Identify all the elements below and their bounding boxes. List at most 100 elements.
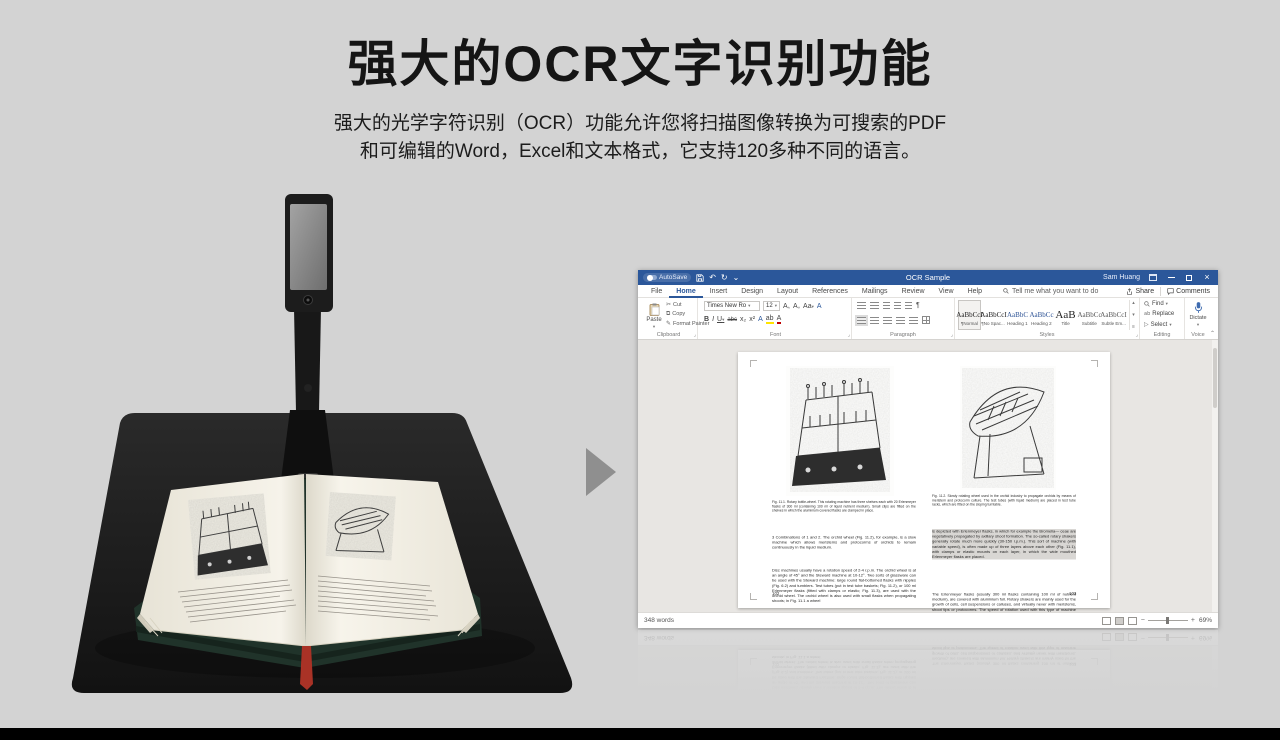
align-center-icon[interactable] [870,317,879,324]
autosave-toggle[interactable]: AutoSave [643,273,691,282]
redo-icon[interactable]: ↻ [721,274,728,282]
comments-button[interactable]: Comments [1167,288,1210,295]
zoom-slider-track[interactable] [1148,620,1188,621]
word-count[interactable]: 348 words [644,617,674,624]
window-reflection-fade [638,630,1218,704]
tell-me-search[interactable]: Tell me what you want to do [1003,288,1098,295]
paragraph-row-1: ¶ [857,302,920,309]
style-heading-2[interactable]: AaBbCc Heading 2 [1030,300,1053,330]
customize-qat-icon[interactable]: ⌄ [733,274,740,282]
tab-home[interactable]: Home [669,285,702,298]
restore-button[interactable] [1184,273,1194,282]
zoom-slider-track [1148,637,1188,638]
multilevel-list-icon[interactable] [883,302,890,309]
font-group-label: Font [700,332,851,338]
document-page[interactable]: Fig. 11.1. Rotary bottle-wheel. This rot… [738,352,1110,608]
undo-icon[interactable]: ↶ [709,274,716,282]
style-no-spacing[interactable]: AaBbCcI ¶No Spac... [982,300,1005,330]
align-right-icon[interactable] [883,317,892,324]
collapse-ribbon-icon[interactable]: ⌃ [1210,330,1215,337]
word-window-wrap: OCR Sample AutoSave ↶ ↻ ⌄ Sam Huang × Fi… [638,270,1218,628]
justify-icon[interactable] [896,317,905,324]
autosave-switch-icon[interactable] [647,275,657,280]
share-button[interactable]: Share [1126,288,1154,295]
font-family-select[interactable]: Times New Ro▾ [704,301,760,311]
styles-gallery-more-icon[interactable]: ≡ [1132,324,1135,330]
clipboard-group-label: Clipboard [640,332,697,338]
paste-button[interactable]: Paste ▾ [643,301,665,331]
right-page-number: 103 [1069,662,1076,667]
italic-button[interactable]: I [712,316,714,323]
style-subtle-emphasis[interactable]: AaBbCcI Subtle Em... [1102,300,1125,330]
tab-layout[interactable]: Layout [770,285,805,298]
bullets-icon[interactable] [857,302,866,309]
tab-view[interactable]: View [932,285,961,298]
font-size-dropdown-icon: ▾ [775,303,777,309]
align-left-icon[interactable] [857,317,866,324]
replace-button[interactable]: ab Replace [1144,311,1174,317]
right-page-number: 103 [1069,591,1076,596]
clipboard-group: Paste ▾ ✂Cut ⧉Copy ✎Format Painter ⌟ Cli… [640,298,698,339]
print-layout-icon[interactable] [1115,617,1124,625]
minimize-button[interactable] [1166,273,1176,282]
find-button[interactable]: Find ▾ [1144,301,1168,307]
underline-button[interactable]: U▾ [717,316,724,323]
cut-icon: ✂ [666,301,671,308]
dictate-button[interactable]: Dictate ▾ [1185,301,1211,328]
zoom-in-icon[interactable]: + [1191,617,1195,624]
zoom-slider-thumb[interactable] [1166,617,1169,624]
change-case-button[interactable]: Aa▾ [803,303,814,310]
find-icon [1144,301,1150,307]
tab-mailings[interactable]: Mailings [855,285,895,298]
style-heading-1[interactable]: AaBbC Heading 1 [1006,300,1029,330]
zoom-out-icon[interactable]: − [1141,617,1145,624]
clear-formatting-button[interactable]: A [817,303,822,310]
user-name[interactable]: Sam Huang [1103,274,1140,281]
superscript-button[interactable]: x² [749,316,755,323]
left-page-paragraph-2: Disc machines usually have a rotation sp… [772,568,916,604]
increase-indent-icon[interactable] [905,302,912,309]
numbering-icon[interactable] [870,302,879,309]
editing-group: Find ▾ ab Replace ▷ Select ▾ Editing [1140,298,1185,339]
scanned-page-right: Fig. 11.2. Slowly rotating wheel used in… [932,366,1076,596]
vertical-scrollbar[interactable] [1212,340,1218,612]
shrink-font-button[interactable]: A˅ [793,303,800,310]
tab-insert[interactable]: Insert [703,285,735,298]
show-paragraph-marks-icon[interactable]: ¶ [916,302,920,309]
book-left-figure [188,493,271,579]
borders-icon[interactable] [922,316,930,324]
left-page-paragraph-1: 3 Combinations of 1 and 2. The orchid wh… [772,535,916,550]
tab-references[interactable]: References [805,285,855,298]
subscript-button[interactable]: x₂ [740,316,746,323]
text-highlight-button[interactable]: ab [766,315,774,324]
ribbon-display-icon [1149,274,1157,281]
read-mode-icon[interactable] [1102,617,1111,625]
strikethrough-button[interactable]: abc [727,317,737,323]
ribbon-display-options-button[interactable] [1148,273,1158,282]
style-subtitle[interactable]: AaBbCc Subtitle [1078,300,1101,330]
tell-me-text: Tell me what you want to do [1012,288,1098,295]
styles-scroll-up-icon[interactable]: ▴ [1132,300,1135,306]
web-layout-icon[interactable] [1128,617,1137,625]
scanner-column [294,308,321,412]
decrease-indent-icon[interactable] [894,302,901,309]
text-effects-button[interactable]: A [758,316,763,323]
tab-design[interactable]: Design [734,285,770,298]
tab-help[interactable]: Help [961,285,989,298]
save-icon[interactable] [696,274,704,282]
font-color-button[interactable]: A [777,315,782,324]
font-size-select[interactable]: 12▾ [763,301,780,311]
styles-scroll-down-icon[interactable]: ▾ [1132,312,1135,318]
zoom-level[interactable]: 69% [1199,617,1212,624]
style-title[interactable]: AaB Title [1054,300,1077,330]
word-window: OCR Sample AutoSave ↶ ↻ ⌄ Sam Huang × Fi… [638,270,1218,628]
close-button[interactable]: × [1202,273,1212,282]
style-normal[interactable]: AaBbCcI ¶Normal [958,300,981,330]
grow-font-button[interactable]: A˄ [783,303,790,310]
tab-review[interactable]: Review [895,285,932,298]
bold-button[interactable]: B [704,316,709,323]
select-button[interactable]: ▷ Select ▾ [1144,321,1172,328]
line-spacing-icon[interactable] [909,317,918,324]
tab-file[interactable]: File [644,285,669,298]
status-bar: 348 words − + 69% [638,612,1218,628]
